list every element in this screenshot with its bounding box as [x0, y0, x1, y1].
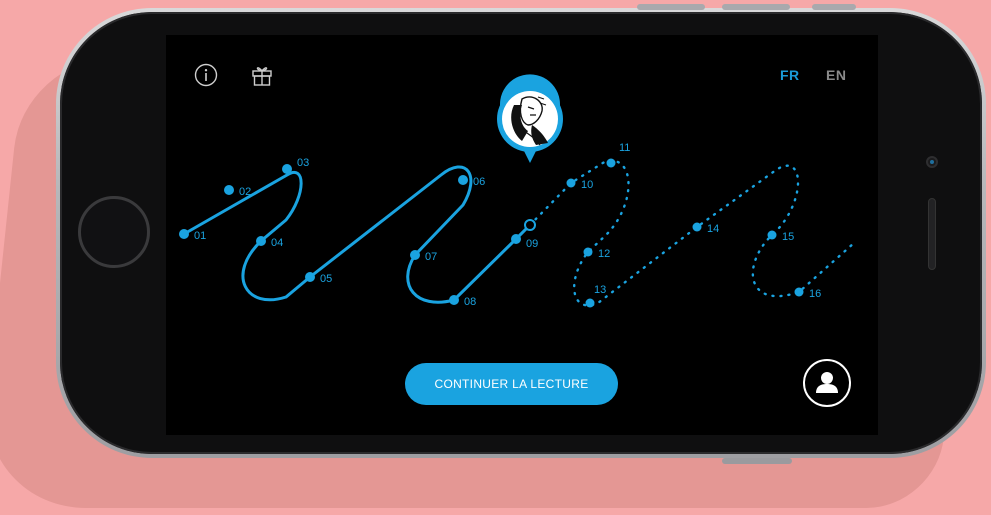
home-button[interactable] [78, 196, 150, 268]
journey-node-label: 10 [581, 179, 593, 191]
journey-node-label: 12 [598, 248, 610, 260]
journey-node-label: 02 [239, 186, 251, 198]
journey-node-13[interactable] [585, 298, 595, 308]
journey-node-14[interactable] [692, 222, 702, 232]
journey-node-10[interactable] [566, 178, 576, 188]
profile-button[interactable] [803, 359, 851, 407]
user-icon [816, 372, 838, 393]
front-camera [926, 156, 938, 168]
journey-node-label: 08 [464, 296, 476, 308]
journey-node-label: 09 [526, 238, 538, 250]
journey-node-label: 01 [194, 230, 206, 242]
journey-node-04[interactable] [256, 236, 266, 246]
journey-path-upcoming [528, 159, 856, 307]
phone-volume-button-2 [722, 4, 790, 10]
journey-node-05[interactable] [305, 272, 315, 282]
journey-node-label: 07 [425, 251, 437, 263]
journey-node-label: 05 [320, 273, 332, 285]
journey-node-01[interactable] [179, 229, 189, 239]
journey-node-02[interactable] [224, 185, 234, 195]
journey-node-label: 14 [707, 223, 719, 235]
journey-node-label: 04 [271, 237, 283, 249]
journey-node-16[interactable] [794, 287, 804, 297]
journey-node-03[interactable] [282, 164, 292, 174]
speaker-grille [928, 198, 936, 270]
current-step-ring [524, 219, 536, 231]
journey-node-08[interactable] [449, 295, 459, 305]
current-position-marker[interactable] [497, 74, 563, 163]
journey-node-label: 03 [297, 157, 309, 169]
journey-node-06[interactable] [458, 175, 468, 185]
phone-volume-button [637, 4, 705, 10]
journey-node-label: 06 [473, 176, 485, 188]
scene: FR EN 01 02 03 04 05 06 07 08 09 10 11 12 13 14 15 16 [0, 0, 991, 515]
journey-nodes: 01 02 03 04 05 06 07 08 09 10 11 12 13 14 15 16 [179, 142, 821, 308]
journey-node-label: 16 [809, 288, 821, 300]
journey-node-11[interactable] [606, 158, 616, 168]
journey-node-label: 15 [782, 231, 794, 243]
app-screen: FR EN 01 02 03 04 05 06 07 08 09 10 11 12 13 14 15 16 [166, 35, 878, 435]
journey-node-15[interactable] [767, 230, 777, 240]
journey-path [182, 159, 856, 307]
journey-node-label: 11 [619, 142, 630, 154]
journey-node-09[interactable] [511, 234, 521, 244]
phone-side-button [722, 458, 792, 464]
phone-power-button [812, 4, 856, 10]
journey-node-label: 13 [594, 284, 606, 296]
journey-node-12[interactable] [583, 247, 593, 257]
journey-node-07[interactable] [410, 250, 420, 260]
continue-reading-button[interactable]: CONTINUER LA LECTURE [405, 363, 618, 405]
